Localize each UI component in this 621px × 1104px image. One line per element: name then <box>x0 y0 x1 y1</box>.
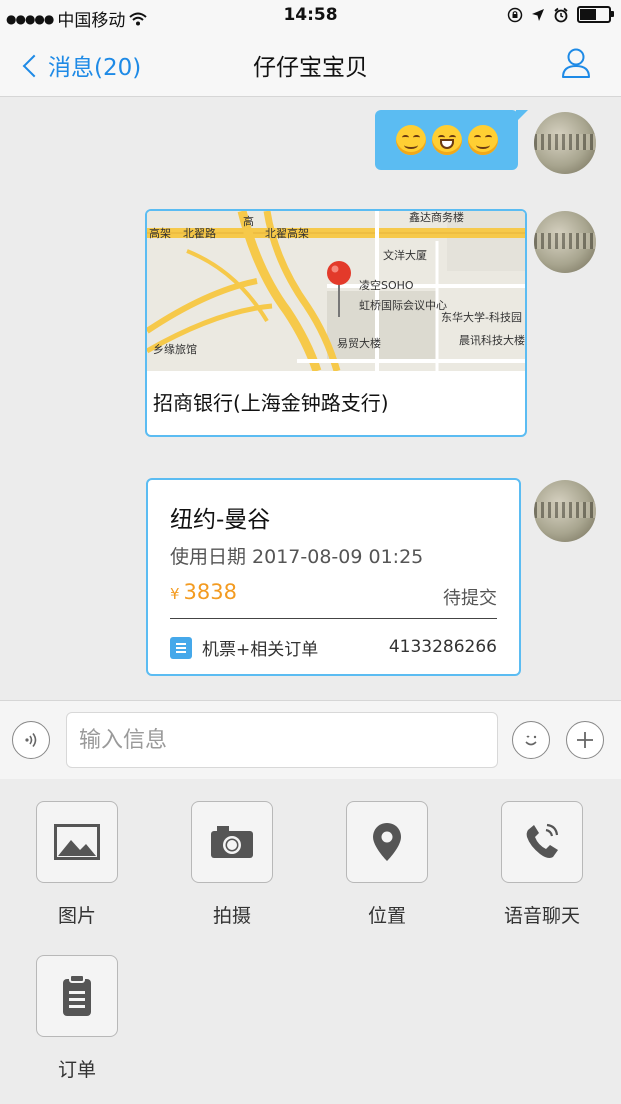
image-icon <box>54 824 100 860</box>
status-bar: ●●●●● 中国移动 14:58 <box>0 0 621 34</box>
smirk-emoji-icon <box>395 125 426 155</box>
tool-voice-chat[interactable]: 语音聊天 <box>500 801 584 928</box>
order-date: 使用日期 2017-08-09 01:25 <box>170 546 424 568</box>
svg-text:虹桥国际会议中心: 虹桥国际会议中心 <box>359 299 447 312</box>
voice-toggle-button[interactable] <box>12 721 50 759</box>
more-button[interactable] <box>566 721 604 759</box>
camera-icon <box>211 826 253 858</box>
svg-text:晨讯科技大楼: 晨讯科技大楼 <box>459 333 525 347</box>
svg-text:东华大学-科技园: 东华大学-科技园 <box>441 310 522 324</box>
tool-label: 图片 <box>57 905 96 927</box>
order-clipboard-icon <box>63 974 91 1016</box>
message-input[interactable] <box>66 712 498 768</box>
order-price: ¥3838 <box>170 580 237 604</box>
tool-camera[interactable]: 拍摄 <box>190 801 274 928</box>
svg-text:北翟高架: 北翟高架 <box>265 226 309 240</box>
voice-icon <box>25 733 37 747</box>
order-status: 待提交 <box>443 588 497 609</box>
avatar[interactable] <box>534 112 596 174</box>
smiley-icon <box>525 735 537 746</box>
price-value: 3838 <box>183 580 237 604</box>
currency-symbol: ¥ <box>170 585 180 603</box>
map-image: 高架 北翟路 北翟高架 高 鑫达商务楼 文洋大厦 凌空SOHO 虹桥国际会议中心… <box>147 211 525 371</box>
svg-text:高: 高 <box>243 214 254 228</box>
tool-order[interactable]: 订单 <box>35 955 119 1082</box>
tool-location[interactable]: 位置 <box>345 801 429 928</box>
image-tool-button[interactable] <box>36 801 118 883</box>
order-list-icon <box>170 636 192 659</box>
input-bar <box>0 700 621 780</box>
svg-text:北翟路: 北翟路 <box>183 227 216 240</box>
emoji-button[interactable] <box>512 721 550 759</box>
voice-call-icon <box>526 823 559 858</box>
location-arrow-icon <box>532 8 544 21</box>
plus-icon <box>577 732 593 748</box>
location-pin-icon <box>373 823 401 861</box>
location-tool-button[interactable] <box>346 801 428 883</box>
location-name: 招商银行(上海金钟路支行) <box>153 391 389 415</box>
avatar[interactable] <box>534 211 596 273</box>
tool-image[interactable]: 图片 <box>35 801 119 928</box>
svg-text:凌空SOHO: 凌空SOHO <box>359 278 414 292</box>
map-preview: 高架 北翟路 北翟高架 高 鑫达商务楼 文洋大厦 凌空SOHO 虹桥国际会议中心… <box>147 211 525 371</box>
svg-text:乡缘旅馆: 乡缘旅馆 <box>153 342 197 356</box>
contact-profile-icon[interactable] <box>561 47 591 79</box>
order-title: 纽约-曼谷 <box>170 507 271 533</box>
page-title: 仔仔宝宝贝 <box>253 55 368 81</box>
tool-label: 拍摄 <box>212 905 251 927</box>
rotation-lock-icon <box>507 7 523 22</box>
order-type-label: 机票+相关订单 <box>202 640 319 660</box>
alarm-icon <box>554 7 568 22</box>
tool-label: 位置 <box>367 905 406 927</box>
voice-chat-tool-button[interactable] <box>501 801 583 883</box>
message-bubble-order[interactable]: 纽约-曼谷 使用日期 2017-08-09 01:25 ¥3838 待提交 机票… <box>146 478 521 676</box>
svg-text:易贸大楼: 易贸大楼 <box>337 336 381 350</box>
tool-label: 订单 <box>57 1059 96 1081</box>
grin-emoji-icon <box>431 125 462 155</box>
svg-text:鑫达商务楼: 鑫达商务楼 <box>409 211 464 224</box>
status-right <box>507 6 614 23</box>
nav-bar: 消息(20) 仔仔宝宝贝 <box>0 34 621 97</box>
divider <box>170 618 497 619</box>
order-number: 4133286266 <box>388 637 497 657</box>
order-type: 机票+相关订单 <box>170 635 318 660</box>
tool-label: 语音聊天 <box>503 905 580 927</box>
battery-icon <box>577 6 614 23</box>
camera-tool-button[interactable] <box>191 801 273 883</box>
message-bubble-location[interactable]: 高架 北翟路 北翟高架 高 鑫达商务楼 文洋大厦 凌空SOHO 虹桥国际会议中心… <box>145 209 527 437</box>
avatar[interactable] <box>534 480 596 542</box>
order-tool-button[interactable] <box>36 955 118 1037</box>
smirk-emoji-icon <box>467 125 498 155</box>
tools-panel: 图片 拍摄 位置 语音聊天 订单 <box>0 779 621 1104</box>
message-bubble-emoji[interactable] <box>375 110 528 170</box>
svg-text:文洋大厦: 文洋大厦 <box>383 248 427 262</box>
svg-text:高架: 高架 <box>149 226 171 240</box>
